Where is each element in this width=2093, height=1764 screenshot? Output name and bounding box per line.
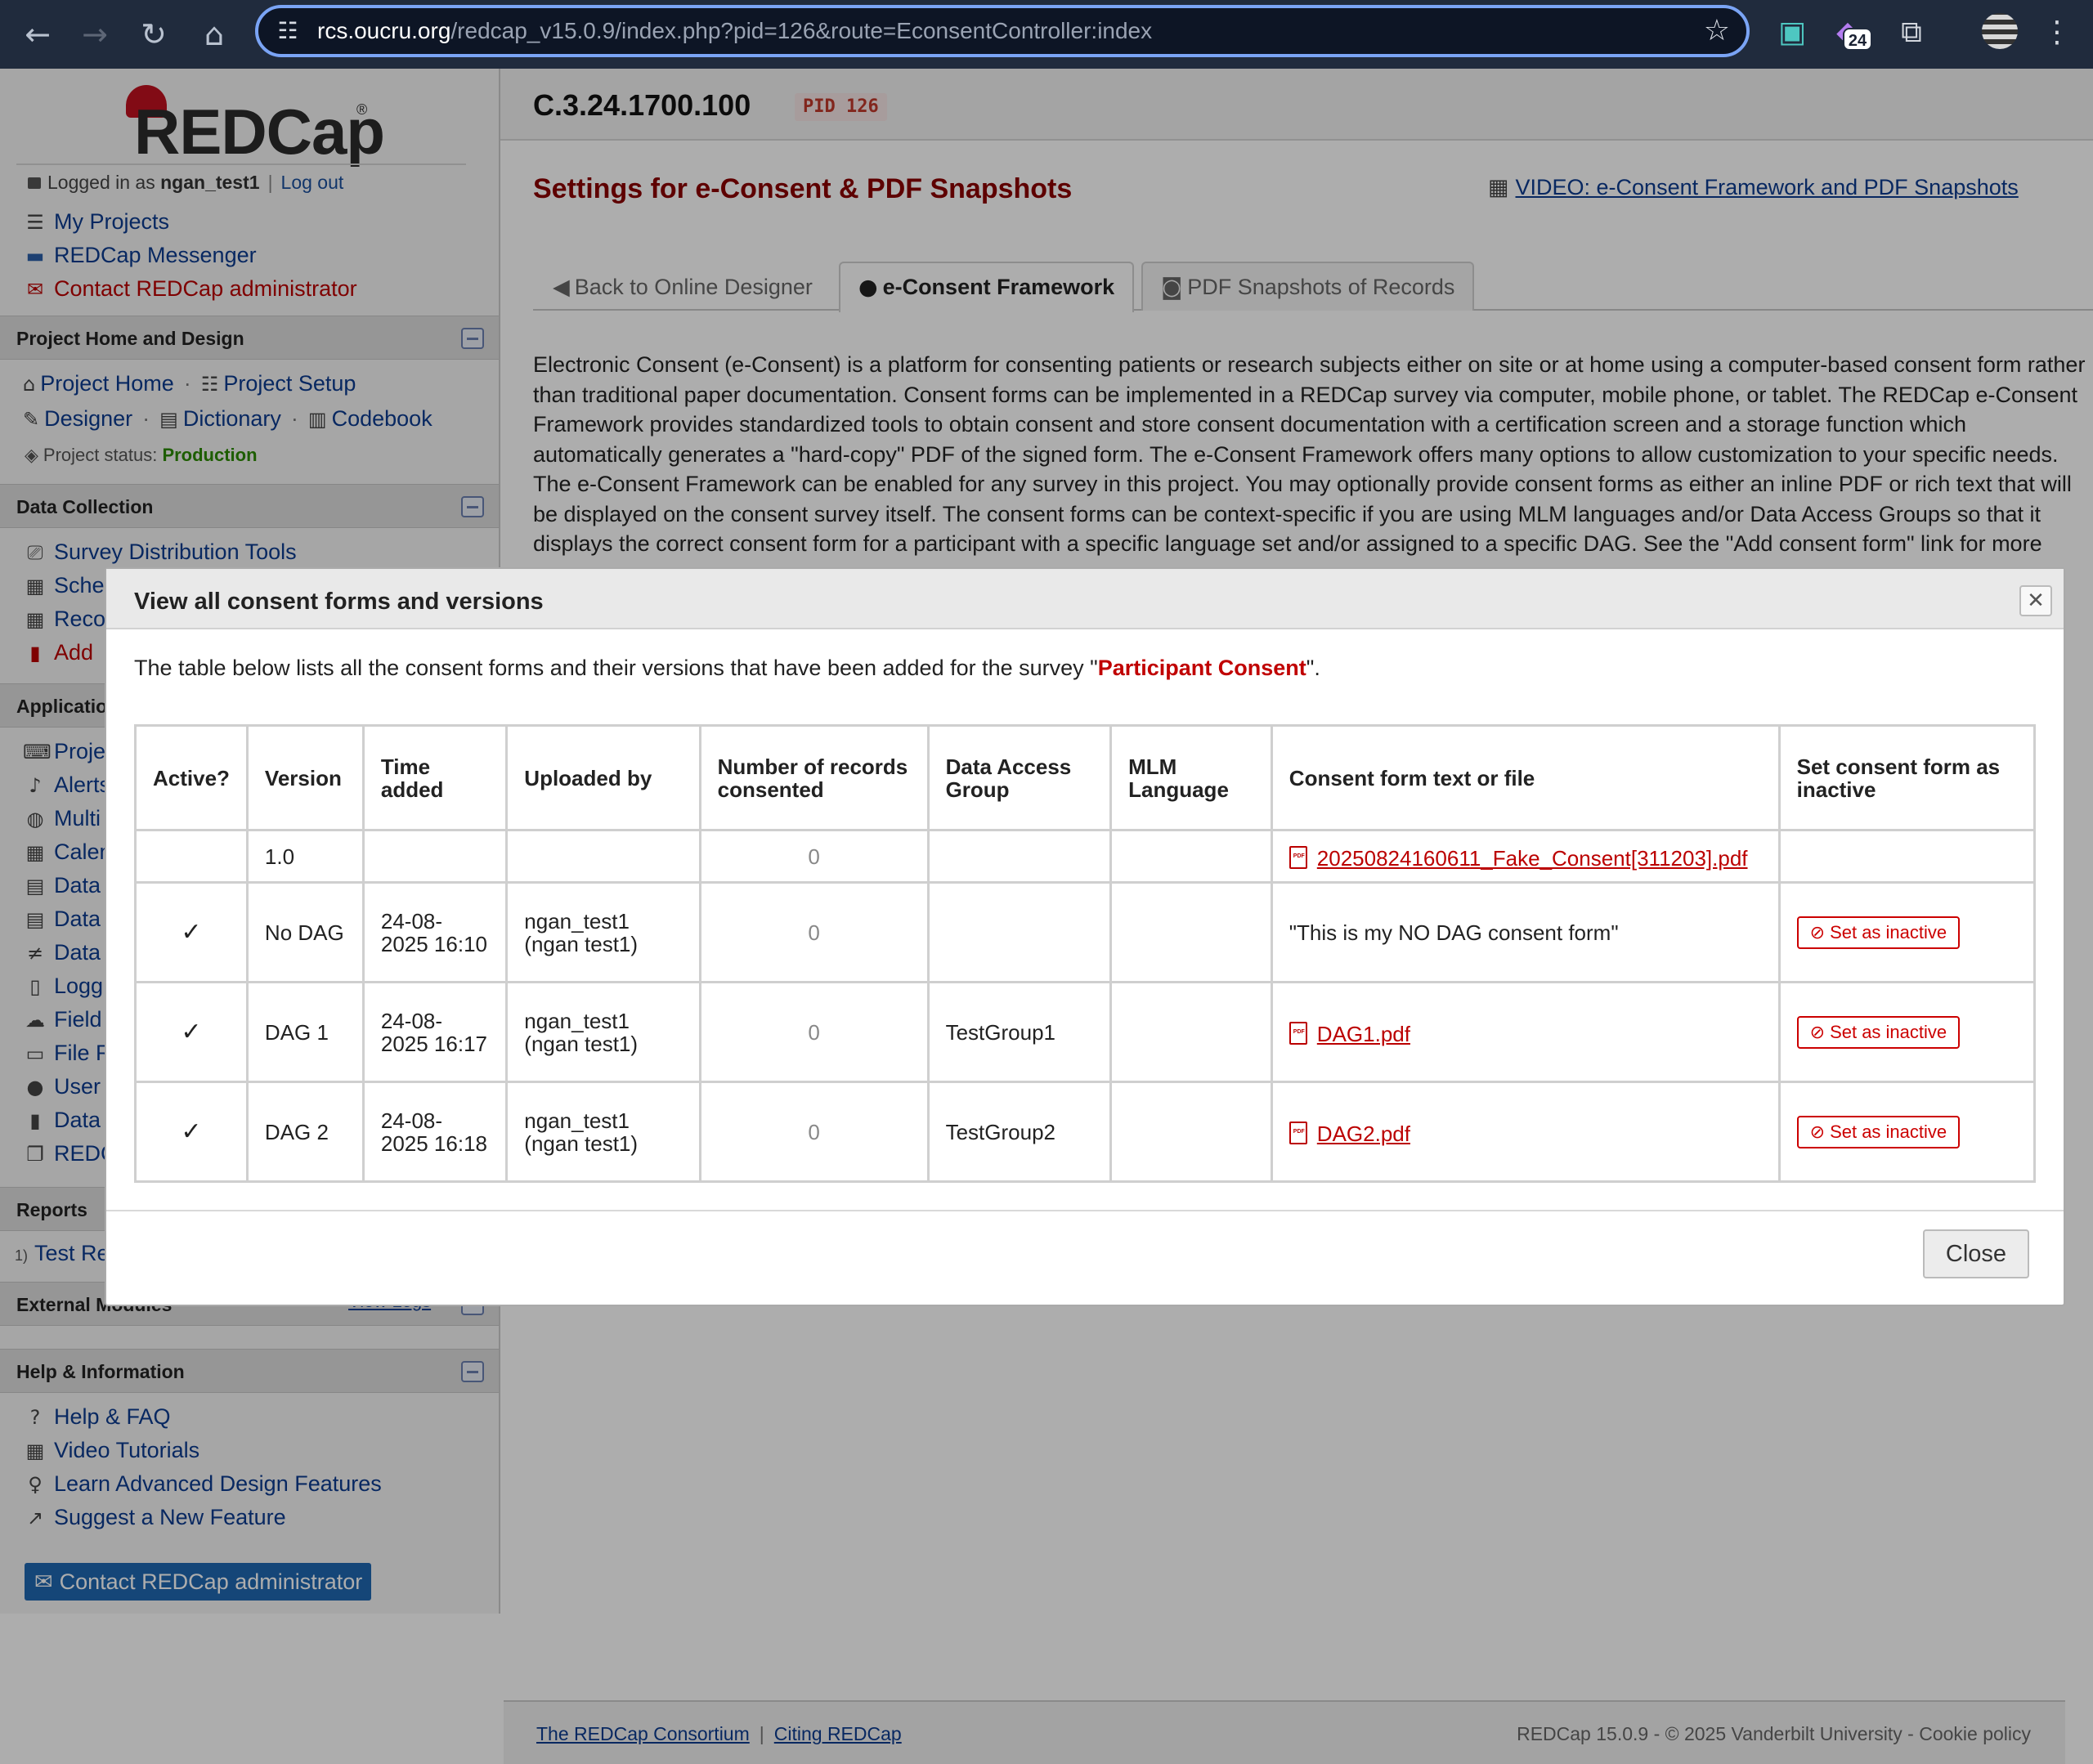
back-icon[interactable]: ← (16, 13, 59, 56)
consent-file-link[interactable]: 20250824160611_Fake_Consent[311203].pdf (1289, 845, 1748, 871)
col-active: Active? (134, 724, 249, 831)
ban-icon: ⊘ (1809, 1122, 1826, 1143)
survey-name: Participant Consent (1097, 656, 1306, 680)
home-icon[interactable]: ⌂ (193, 13, 235, 56)
set-inactive-button[interactable]: ⊘ Set as inactive (1796, 1015, 1961, 1049)
col-mlm: MLM Language (1109, 724, 1273, 831)
pdf-file-icon (1289, 1121, 1307, 1144)
consent-file-link[interactable]: DAG1.pdf (1289, 1021, 1410, 1046)
close-button[interactable]: Close (1923, 1229, 2029, 1278)
extension-badge: 24 (1843, 28, 1872, 51)
pdf-file-icon (1289, 845, 1307, 869)
col-version: Version (245, 724, 365, 831)
set-inactive-button[interactable]: ⊘ Set as inactive (1796, 916, 1961, 949)
checkmark-icon: ✓ (134, 881, 249, 983)
browser-menu-icon[interactable]: ⋮ (2036, 11, 2078, 54)
col-time-added: Time added (361, 724, 509, 831)
profile-avatar[interactable] (1982, 13, 2018, 49)
extensions-puzzle-icon[interactable]: ⧉ (1890, 11, 1933, 54)
save-extension-icon[interactable]: ▣ (1771, 11, 1813, 54)
table-row: ✓ DAG 2 24-08-2025 16:18 ngan_test1 (nga… (134, 1081, 2037, 1183)
forward-icon[interactable]: → (74, 13, 116, 56)
bookmark-star-icon[interactable]: ☆ (1704, 13, 1730, 49)
table-row: ✓ DAG 1 24-08-2025 16:17 ngan_test1 (nga… (134, 981, 2037, 1083)
ban-icon: ⊘ (1809, 922, 1826, 943)
table-row: ✓ No DAG 24-08-2025 16:10 ngan_test1 (ng… (134, 881, 2037, 983)
close-icon[interactable]: ✕ (2019, 585, 2052, 616)
table-header-row: Active? Version Time added Uploaded by N… (134, 724, 2037, 831)
url-text[interactable]: rcs.oucru.org/redcap_v15.0.9/index.php?p… (317, 16, 1152, 46)
site-info-icon[interactable]: ☷ (270, 15, 306, 47)
checkmark-icon: ✓ (134, 1081, 249, 1183)
col-consent-form: Consent form text or file (1270, 724, 1781, 831)
dialog-title: View all consent forms and versions (134, 589, 544, 615)
consent-forms-dialog: View all consent forms and versions ✕ Th… (105, 567, 2065, 1306)
consent-text: "This is my NO DAG consent form" (1270, 881, 1781, 983)
col-set-inactive: Set consent form as inactive (1777, 724, 2037, 831)
address-bar[interactable]: ☷ rcs.oucru.org/redcap_v15.0.9/index.php… (255, 5, 1750, 57)
browser-toolbar: ← → ↻ ⌂ ☷ rcs.oucru.org/redcap_v15.0.9/i… (0, 0, 2093, 69)
table-row: 1.0 0 20250824160611_Fake_Consent[311203… (134, 829, 2037, 884)
dialog-header: View all consent forms and versions ✕ (106, 569, 2064, 629)
col-records-consented: Number of records consented (698, 724, 930, 831)
col-dag: Data Access Group (926, 724, 1113, 831)
dialog-description: The table below lists all the consent fo… (134, 656, 1320, 680)
reload-icon[interactable]: ↻ (132, 13, 175, 56)
pdf-file-icon (1289, 1021, 1307, 1045)
dialog-footer-divider (106, 1210, 2064, 1211)
ban-icon: ⊘ (1809, 1022, 1826, 1043)
consent-file-link[interactable]: DAG2.pdf (1289, 1121, 1410, 1146)
checkmark-icon: ✓ (134, 981, 249, 1083)
consent-forms-table: Active? Version Time added Uploaded by N… (134, 724, 2037, 1183)
set-inactive-button[interactable]: ⊘ Set as inactive (1796, 1115, 1961, 1148)
col-uploaded-by: Uploaded by (505, 724, 701, 831)
